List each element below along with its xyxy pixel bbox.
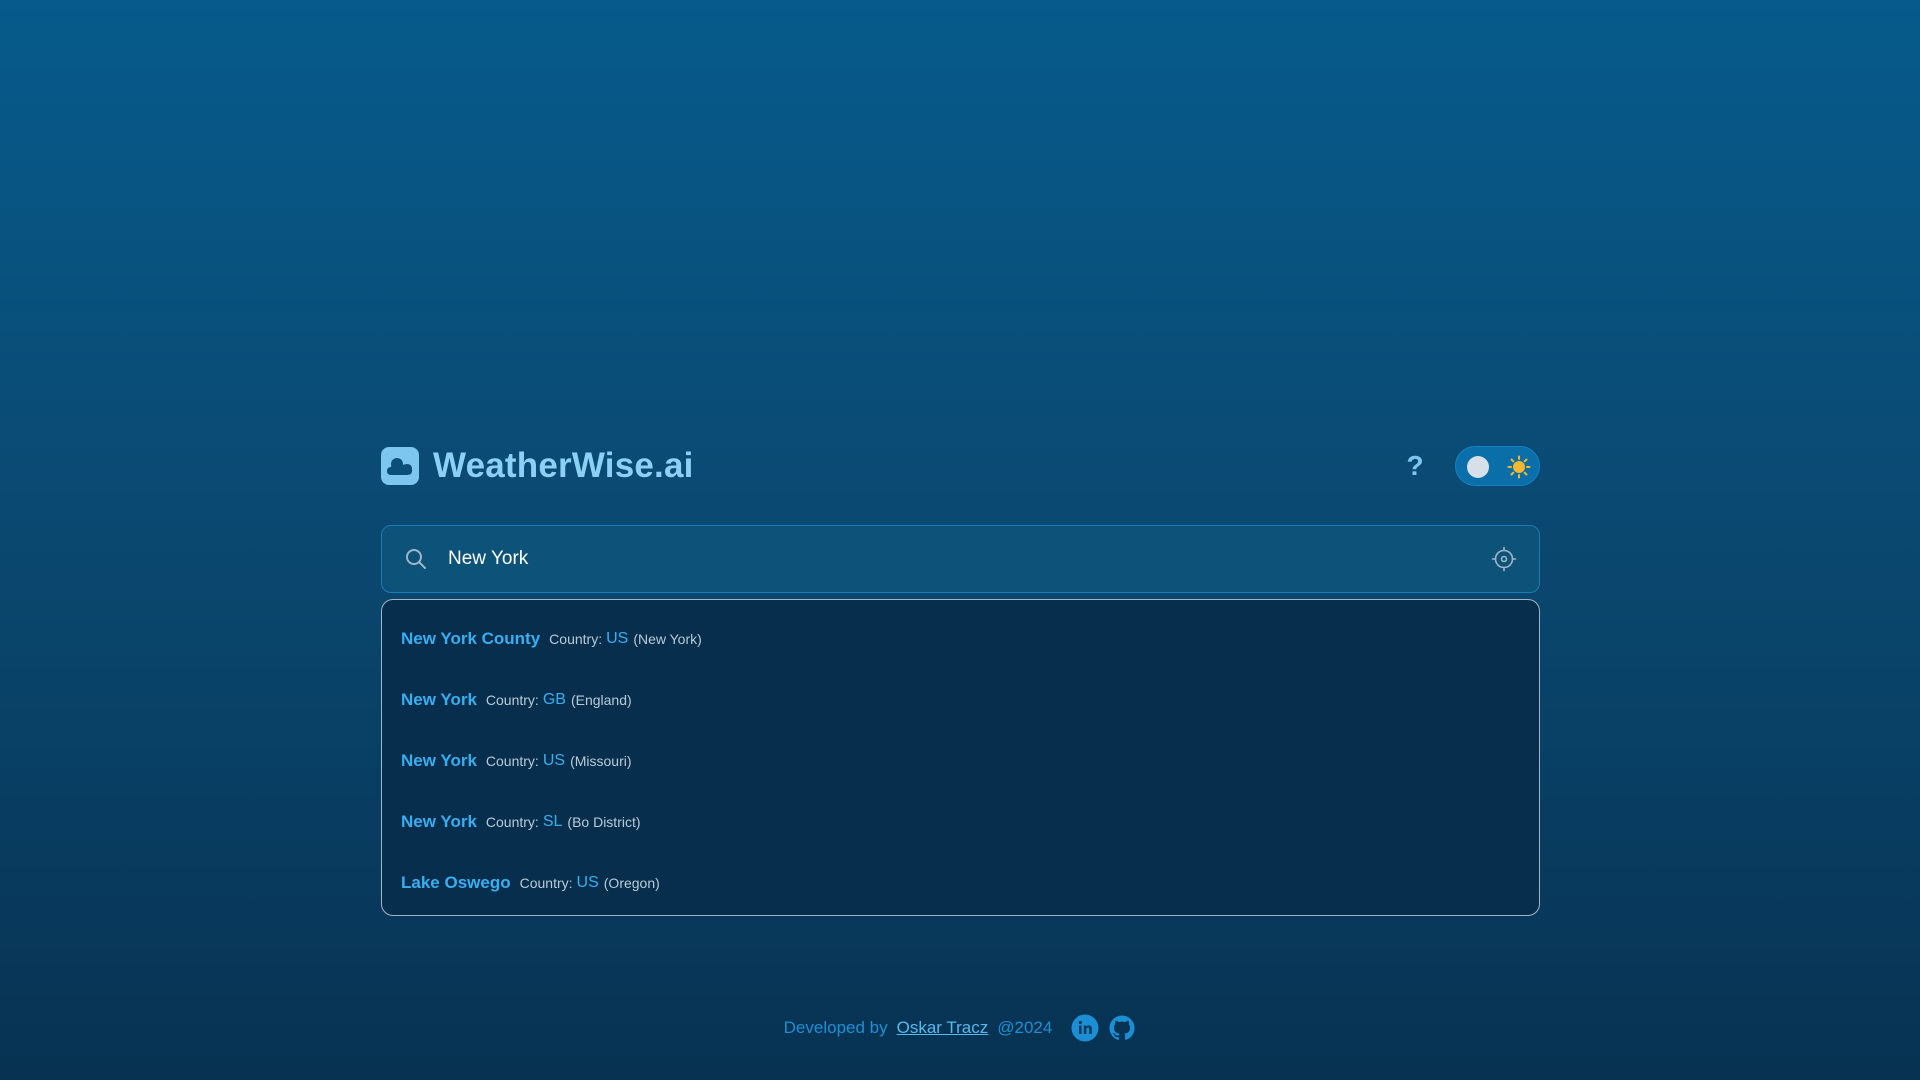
header: WeatherWise.ai ?: [381, 445, 1540, 487]
suggestion-country-label: Country:: [519, 874, 573, 891]
suggestion-item[interactable]: Lake Oswego Country: US (Oregon): [382, 852, 1539, 913]
suggestion-name: Lake Oswego: [401, 872, 511, 892]
theme-toggle[interactable]: [1455, 446, 1540, 486]
author-link[interactable]: Oskar Tracz: [897, 1018, 989, 1038]
search-input[interactable]: [448, 548, 1491, 570]
header-actions: ?: [1403, 446, 1540, 486]
suggestion-country-label: Country:: [485, 813, 539, 830]
brand[interactable]: WeatherWise.ai: [381, 446, 694, 486]
footer: Developed by Oskar Tracz @2024: [0, 1014, 1920, 1042]
crosshair-icon[interactable]: [1491, 546, 1517, 572]
footer-year: @2024: [997, 1018, 1053, 1037]
search-bar: [381, 525, 1540, 593]
toggle-knob: [1467, 456, 1489, 478]
suggestion-region: (Bo District): [567, 813, 641, 830]
suggestion-country-label: Country:: [485, 752, 539, 769]
suggestion-item[interactable]: New York Country: GB (England): [382, 669, 1539, 730]
suggestion-country-code: SL: [542, 812, 563, 830]
suggestion-region: (England): [570, 691, 632, 708]
suggestion-region: (Missouri): [570, 752, 632, 769]
suggestion-item[interactable]: New York Country: SL (Bo District): [382, 791, 1539, 852]
footer-developed-by: Developed by: [783, 1018, 888, 1037]
cloud-icon: [381, 447, 419, 485]
main-container: WeatherWise.ai ? New York New York Count…: [381, 445, 1540, 916]
suggestion-region: (New York): [633, 630, 702, 647]
suggestion-item[interactable]: New York County Country: US (New York): [382, 608, 1539, 669]
suggestions-dropdown: New York County Country: US (New York) N…: [381, 599, 1540, 916]
suggestion-name: New York: [401, 689, 477, 709]
social-links: [1071, 1014, 1136, 1042]
brand-title: WeatherWise.ai: [433, 446, 694, 485]
suggestion-name: New York: [401, 750, 477, 770]
suggestion-country-code: US: [576, 873, 599, 891]
suggestion-country-code: US: [542, 751, 566, 769]
suggestion-country-code: US: [606, 629, 629, 647]
sun-icon: [1507, 455, 1531, 479]
search-icon: [406, 549, 426, 569]
linkedin-icon[interactable]: [1071, 1014, 1099, 1042]
suggestion-country-code: GB: [542, 690, 566, 708]
help-button[interactable]: ?: [1403, 452, 1427, 480]
suggestion-item[interactable]: New York Country: US (Missouri): [382, 730, 1539, 791]
github-icon[interactable]: [1108, 1014, 1136, 1042]
suggestion-country-label: Country:: [549, 630, 603, 647]
suggestion-region: (Oregon): [603, 874, 660, 891]
suggestion-name: New York County: [401, 628, 541, 648]
suggestion-name: New York: [401, 811, 477, 831]
suggestion-country-label: Country:: [485, 691, 539, 708]
